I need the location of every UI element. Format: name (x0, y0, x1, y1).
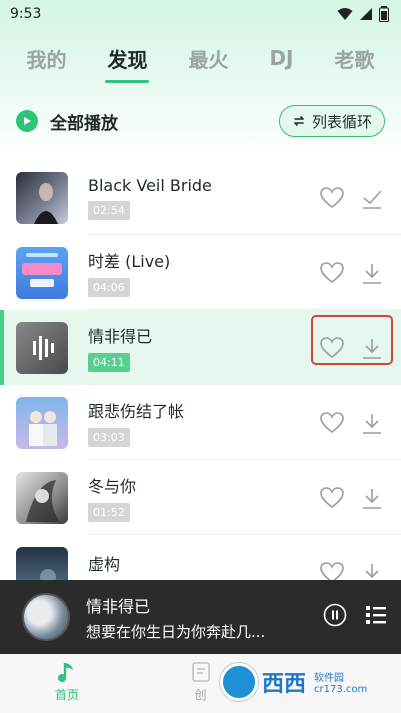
song-title: 时差 (Live) (88, 252, 171, 271)
play-all-toolbar: 全部播放 列表循环 (0, 102, 401, 140)
playlist-button[interactable] (365, 604, 387, 630)
song-row[interactable]: Black Veil Bride 02:54 (0, 160, 401, 235)
song-title: 情非得已 (88, 327, 153, 346)
site-watermark: 西西 软件园 cr173.com (220, 662, 380, 702)
tab-hottest[interactable]: 最火 (184, 44, 232, 73)
download-icon[interactable] (359, 260, 385, 286)
song-info: 冬与你 01:52 (88, 473, 319, 522)
nav-home[interactable]: 首页 (0, 660, 134, 703)
now-playing-title: 情非得已 (86, 596, 151, 616)
favorite-heart-icon[interactable] (319, 410, 345, 436)
category-tabs: 我的 发现 最火 DJ 老歌 (0, 36, 401, 83)
favorite-heart-icon[interactable] (319, 485, 345, 511)
tab-oldies[interactable]: 老歌 (330, 44, 378, 73)
song-actions (319, 410, 385, 436)
album-cover (16, 171, 68, 224)
watermark-url: cr173.com (314, 684, 368, 695)
song-actions (319, 185, 385, 211)
watermark-text: 西西 (262, 672, 307, 697)
song-actions (319, 260, 385, 286)
download-done-icon[interactable] (359, 185, 385, 211)
nav-create-label: 创 (194, 688, 207, 702)
song-info: 时差 (Live) 04:06 (88, 248, 319, 297)
download-icon[interactable] (359, 410, 385, 436)
loop-mode-label: 列表循环 (311, 112, 372, 131)
song-title: 冬与你 (88, 477, 137, 496)
song-row[interactable]: 冬与你 01:52 (0, 460, 401, 535)
song-row[interactable]: 时差 (Live) 04:06 (0, 235, 401, 310)
loop-mode-button[interactable]: 列表循环 (278, 105, 385, 137)
favorite-heart-icon[interactable] (319, 185, 345, 211)
nav-home-label: 首页 (54, 688, 79, 702)
song-actions (319, 485, 385, 511)
song-list: Black Veil Bride 02:54 时差 (Live) 04:06 情… (0, 160, 401, 610)
download-icon[interactable] (359, 485, 385, 511)
mini-player[interactable]: 情非得已 想要在你生日为你奔赴几... (0, 580, 401, 654)
song-duration: 02:54 (88, 200, 130, 220)
song-duration: 04:06 (88, 278, 130, 297)
album-cover (16, 321, 68, 374)
now-playing-cover[interactable] (22, 593, 70, 641)
song-title: Black Veil Bride (88, 175, 212, 195)
pause-button[interactable] (323, 603, 347, 631)
song-duration: 01:52 (88, 503, 130, 522)
create-icon (191, 662, 210, 682)
favorite-heart-icon[interactable] (319, 260, 345, 286)
battery-icon (379, 6, 389, 22)
pause-icon (323, 603, 347, 627)
song-row-playing[interactable]: 情非得已 04:11 (0, 310, 401, 385)
song-duration: 03:03 (88, 428, 130, 447)
song-duration: 04:11 (88, 353, 130, 372)
tab-dj[interactable]: DJ (265, 46, 297, 70)
song-title: 跟悲伤结了帐 (88, 402, 185, 421)
now-playing-lyric: 想要在你生日为你奔赴几... (86, 622, 266, 641)
play-icon (16, 110, 38, 132)
wifi-icon (337, 8, 353, 20)
watermark-subtext: 软件园 (314, 673, 345, 684)
tab-discover[interactable]: 发现 (103, 44, 151, 83)
song-row[interactable]: 跟悲伤结了帐 03:03 (0, 385, 401, 460)
song-info: Black Veil Bride 02:54 (88, 176, 319, 220)
album-cover (16, 246, 68, 299)
album-cover (16, 471, 68, 524)
status-bar: 9:53 (0, 0, 401, 28)
play-all-label: 全部播放 (50, 113, 118, 134)
song-info: 跟悲伤结了帐 03:03 (88, 398, 319, 447)
playlist-icon (366, 606, 386, 624)
repeat-icon (294, 116, 304, 126)
status-time: 9:53 (10, 6, 42, 22)
album-cover (16, 396, 68, 449)
play-all-button[interactable]: 全部播放 (16, 109, 118, 134)
highlight-annotation-box (311, 315, 393, 365)
tab-mine[interactable]: 我的 (22, 44, 70, 73)
signal-icon (360, 8, 372, 20)
song-info: 情非得已 04:11 (88, 323, 319, 372)
mini-player-controls (323, 603, 387, 631)
watermark-logo-icon (220, 663, 258, 701)
now-playing-info: 情非得已 想要在你生日为你奔赴几... (86, 593, 323, 642)
song-title: 虚构 (88, 555, 121, 574)
status-icons (337, 6, 389, 22)
music-note-icon (57, 663, 73, 682)
